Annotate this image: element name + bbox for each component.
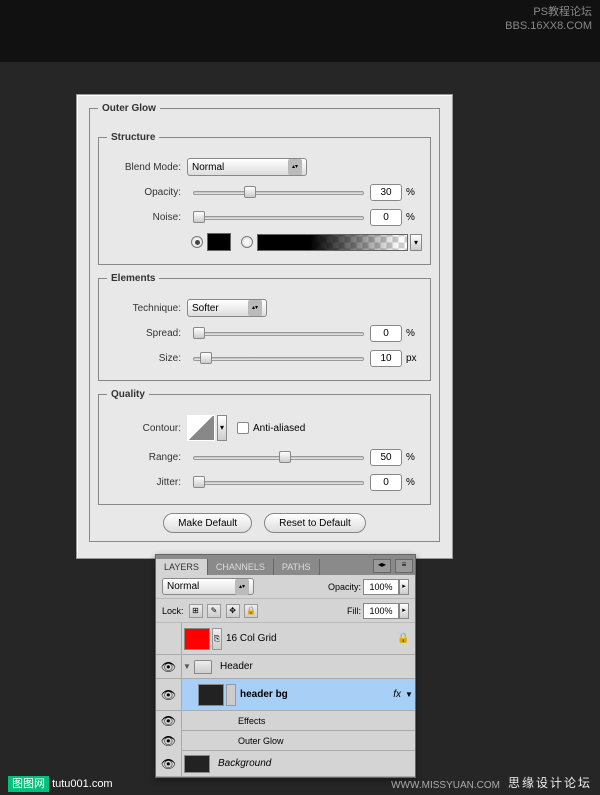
layer-opacity-input[interactable]: 100% bbox=[363, 579, 399, 595]
visibility-toggle[interactable]: 👁 bbox=[156, 711, 182, 731]
effects-label: Effects bbox=[238, 716, 265, 726]
watermark-bottom-right-2: WWW.MISSYUAN.COM bbox=[391, 780, 500, 791]
opacity-slider[interactable] bbox=[193, 185, 364, 199]
quality-group: Quality Contour: ▾ Anti-aliased Range: 5… bbox=[98, 389, 431, 505]
anti-aliased-checkbox[interactable] bbox=[237, 422, 249, 434]
opacity-input[interactable]: 30 bbox=[370, 184, 402, 201]
visibility-toggle[interactable]: 👁 bbox=[156, 655, 182, 678]
range-slider[interactable] bbox=[193, 450, 364, 464]
contour-menu-button[interactable]: ▾ bbox=[217, 415, 227, 441]
layer-row[interactable]: ⎘ 16 Col Grid 🔒 bbox=[156, 623, 415, 655]
fx-disclosure-icon[interactable]: ▼ bbox=[403, 690, 415, 699]
layer-group-row[interactable]: 👁 ▼ Header bbox=[156, 655, 415, 679]
link-icon[interactable] bbox=[226, 684, 236, 706]
effect-item-row[interactable]: 👁 Outer Glow bbox=[156, 731, 415, 751]
watermark-top: PS教程论坛 BBS.16XX8.COM bbox=[505, 5, 592, 33]
spread-label: Spread: bbox=[107, 328, 187, 339]
noise-input[interactable]: 0 bbox=[370, 209, 402, 226]
visibility-toggle[interactable] bbox=[156, 623, 182, 654]
layer-blend-mode-select[interactable]: Normal ▴▾ bbox=[162, 578, 254, 595]
visibility-toggle[interactable]: 👁 bbox=[156, 731, 182, 751]
jitter-slider[interactable] bbox=[193, 475, 364, 489]
layer-name[interactable]: 16 Col Grid bbox=[226, 633, 397, 644]
reset-default-button[interactable]: Reset to Default bbox=[264, 513, 366, 533]
noise-slider[interactable] bbox=[193, 210, 364, 224]
lock-image-icon[interactable]: ✎ bbox=[207, 604, 221, 618]
color-radio[interactable] bbox=[191, 236, 203, 248]
layer-opacity-label: Opacity: bbox=[328, 582, 361, 592]
fill-menu[interactable]: ▸ bbox=[399, 603, 409, 619]
lock-transparency-icon[interactable]: ⊞ bbox=[189, 604, 203, 618]
fill-label: Fill: bbox=[347, 606, 361, 616]
lock-label: Lock: bbox=[162, 606, 184, 616]
noise-label: Noise: bbox=[107, 212, 187, 223]
size-label: Size: bbox=[107, 353, 187, 364]
tab-paths[interactable]: PATHS bbox=[274, 559, 320, 575]
size-input[interactable]: 10 bbox=[370, 350, 402, 367]
spread-slider[interactable] bbox=[193, 326, 364, 340]
technique-select[interactable]: Softer ▴▾ bbox=[187, 299, 267, 317]
range-label: Range: bbox=[107, 452, 187, 463]
tab-layers[interactable]: LAYERS bbox=[156, 559, 208, 575]
size-slider[interactable] bbox=[193, 351, 364, 365]
tab-channels[interactable]: CHANNELS bbox=[208, 559, 274, 575]
gradient-menu-button[interactable]: ▾ bbox=[410, 234, 422, 251]
anti-aliased-label: Anti-aliased bbox=[253, 423, 305, 434]
layer-name[interactable]: Background bbox=[218, 758, 415, 769]
layer-thumbnail[interactable] bbox=[184, 755, 210, 773]
contour-label: Contour: bbox=[107, 423, 187, 434]
chevron-updown-icon: ▴▾ bbox=[235, 579, 249, 595]
panel-collapse-button[interactable]: ◂▸ bbox=[373, 559, 391, 573]
watermark-bottom-right: 思缘设计论坛 bbox=[508, 774, 592, 791]
panel-menu-button[interactable]: ≡ bbox=[395, 559, 413, 573]
effect-name: Outer Glow bbox=[238, 736, 284, 746]
outer-glow-legend: Outer Glow bbox=[98, 103, 160, 114]
chevron-updown-icon: ▴▾ bbox=[288, 159, 302, 175]
structure-group: Structure Blend Mode: Normal ▴▾ Opacity:… bbox=[98, 132, 431, 265]
layer-name[interactable]: header bg bbox=[240, 689, 393, 700]
fill-input[interactable]: 100% bbox=[363, 603, 399, 619]
effects-row[interactable]: 👁 Effects bbox=[156, 711, 415, 731]
range-input[interactable]: 50 bbox=[370, 449, 402, 466]
link-icon[interactable]: ⎘ bbox=[212, 628, 222, 650]
layer-name[interactable]: Header bbox=[220, 661, 415, 672]
visibility-toggle[interactable]: 👁 bbox=[156, 751, 182, 776]
lock-position-icon[interactable]: ✥ bbox=[226, 604, 240, 618]
opacity-label: Opacity: bbox=[107, 187, 187, 198]
jitter-input[interactable]: 0 bbox=[370, 474, 402, 491]
gradient-radio[interactable] bbox=[241, 236, 253, 248]
layer-opacity-menu[interactable]: ▸ bbox=[399, 579, 409, 595]
fx-badge: fx bbox=[393, 689, 401, 700]
layer-thumbnail[interactable] bbox=[198, 684, 224, 706]
layers-panel: LAYERS CHANNELS PATHS ◂▸ ≡ Normal ▴▾ Opa… bbox=[155, 554, 416, 778]
blend-mode-select[interactable]: Normal ▴▾ bbox=[187, 158, 307, 176]
contour-picker[interactable] bbox=[187, 415, 215, 441]
jitter-label: Jitter: bbox=[107, 477, 187, 488]
lock-icon: 🔒 bbox=[397, 633, 411, 644]
technique-label: Technique: bbox=[107, 303, 187, 314]
gradient-picker[interactable] bbox=[257, 234, 408, 251]
spread-input[interactable]: 0 bbox=[370, 325, 402, 342]
layer-thumbnail[interactable] bbox=[184, 628, 210, 650]
color-swatch[interactable] bbox=[207, 233, 231, 251]
watermark-bottom-left: 图图网 tutu001.com bbox=[8, 775, 113, 791]
outer-glow-dialog: Outer Glow Structure Blend Mode: Normal … bbox=[76, 94, 453, 559]
visibility-toggle[interactable]: 👁 bbox=[156, 679, 182, 710]
layer-row[interactable]: 👁 header bg fx ▼ bbox=[156, 679, 415, 711]
lock-all-icon[interactable]: 🔒 bbox=[244, 604, 258, 618]
make-default-button[interactable]: Make Default bbox=[163, 513, 252, 533]
folder-icon bbox=[194, 660, 212, 674]
chevron-updown-icon: ▴▾ bbox=[248, 300, 262, 316]
disclosure-triangle-icon[interactable]: ▼ bbox=[182, 662, 192, 671]
outer-glow-group: Outer Glow Structure Blend Mode: Normal … bbox=[89, 103, 440, 542]
layer-row[interactable]: 👁 Background bbox=[156, 751, 415, 777]
elements-group: Elements Technique: Softer ▴▾ Spread: 0 … bbox=[98, 273, 431, 381]
blend-mode-label: Blend Mode: bbox=[107, 162, 187, 173]
